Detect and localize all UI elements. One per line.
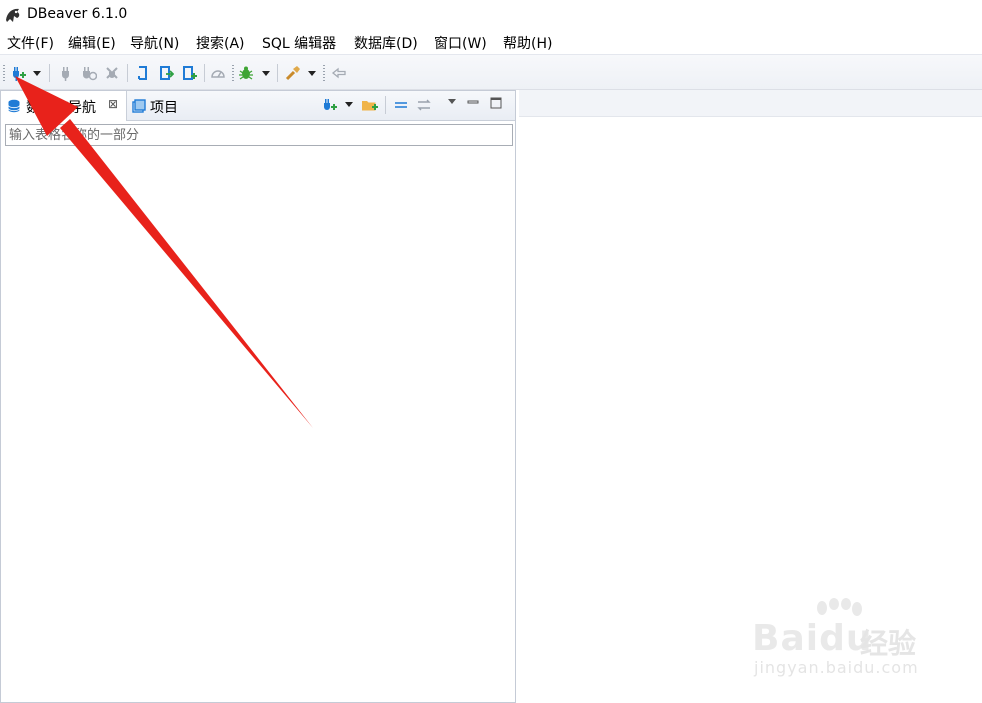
minimize-icon[interactable]	[467, 97, 479, 109]
window-title: DBeaver 6.1.0	[27, 6, 128, 22]
toolbar-grip[interactable]	[232, 65, 234, 81]
toolbar-grip[interactable]	[3, 65, 5, 81]
editor-tab-bar	[519, 90, 982, 117]
maximize-icon[interactable]	[490, 97, 502, 109]
toolbar-grip[interactable]	[323, 65, 325, 81]
menu-window[interactable]: 窗口(W)	[434, 33, 487, 53]
watermark-cn: 经验	[860, 627, 917, 660]
transaction-icon[interactable]	[181, 65, 197, 81]
menu-edit[interactable]: 编辑(E)	[68, 33, 116, 53]
toolbar-separator	[204, 64, 205, 82]
menu-sql-editor[interactable]: SQL 编辑器	[262, 33, 336, 53]
collapse-all-icon[interactable]	[393, 98, 409, 112]
menu-navigate[interactable]: 导航(N)	[130, 33, 179, 53]
performance-icon[interactable]	[210, 65, 226, 81]
database-navigator-panel: 数据库导航 ⊠ 项目	[0, 90, 516, 703]
watermark-url: jingyan.baidu.com	[754, 658, 919, 677]
link-with-editor-icon[interactable]	[416, 98, 432, 112]
rollback-icon[interactable]	[158, 65, 174, 81]
new-connection-icon[interactable]	[10, 65, 26, 81]
database-icon	[8, 99, 20, 113]
debug-dropdown-icon[interactable]	[262, 71, 270, 76]
tab-database-navigator[interactable]: 数据库导航 ⊠	[1, 91, 127, 121]
menu-search[interactable]: 搜索(A)	[196, 33, 245, 53]
menu-file[interactable]: 文件(F)	[7, 33, 54, 53]
debug-icon[interactable]	[238, 65, 254, 81]
tools-dropdown-icon[interactable]	[308, 71, 316, 76]
navigator-tab-bar: 数据库导航 ⊠ 项目	[1, 91, 515, 121]
back-icon[interactable]	[331, 65, 347, 81]
table-filter-input[interactable]	[5, 124, 513, 146]
tab-database-navigator-label: 数据库导航	[26, 100, 96, 116]
disconnect-icon[interactable]	[81, 65, 97, 81]
toolbar-separator	[127, 64, 128, 82]
new-folder-icon[interactable]	[361, 97, 378, 113]
baidu-watermark: Baidu 经验 jingyan.baidu.com	[752, 598, 942, 682]
title-bar: DBeaver 6.1.0	[0, 0, 982, 30]
project-icon	[132, 99, 146, 113]
chevron-down-icon[interactable]	[345, 102, 353, 107]
new-connection-dropdown-icon[interactable]	[33, 71, 41, 76]
menu-database[interactable]: 数据库(D)	[354, 33, 418, 53]
invalidate-icon[interactable]	[104, 65, 120, 81]
commit-icon[interactable]	[135, 65, 151, 81]
close-icon[interactable]: ⊠	[108, 97, 118, 111]
toolbar-separator	[277, 64, 278, 82]
menu-bar: 文件(F) 编辑(E) 导航(N) 搜索(A) SQL 编辑器 数据库(D) 窗…	[0, 30, 982, 54]
connect-icon[interactable]	[58, 65, 74, 81]
tab-projects-label: 项目	[150, 100, 178, 116]
watermark-brand: Baidu	[752, 618, 873, 659]
toolbar-separator	[385, 96, 386, 114]
toolbar-separator	[49, 64, 50, 82]
new-connection-icon[interactable]	[321, 97, 337, 113]
view-menu-icon[interactable]	[448, 99, 456, 104]
tools-icon[interactable]	[285, 65, 301, 81]
menu-help[interactable]: 帮助(H)	[503, 33, 552, 53]
main-toolbar	[0, 54, 982, 90]
tab-projects[interactable]: 项目	[128, 91, 188, 120]
dbeaver-logo-icon	[6, 8, 20, 22]
